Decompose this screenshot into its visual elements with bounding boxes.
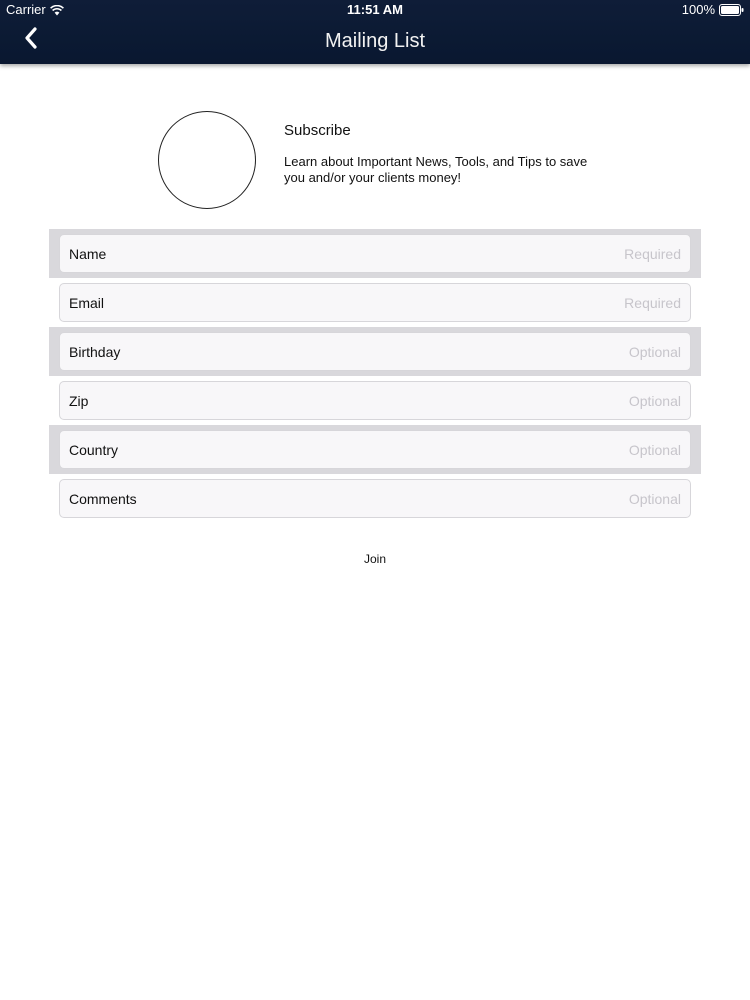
email-field[interactable]: Email Required: [59, 283, 691, 322]
carrier-label: Carrier: [6, 2, 46, 17]
subscribe-description: Learn about Important News, Tools, and T…: [284, 154, 588, 185]
form-row-zip: Zip Optional: [49, 376, 701, 425]
status-carrier: Carrier: [6, 0, 64, 20]
status-battery: 100%: [682, 0, 744, 20]
field-hint: Optional: [628, 441, 681, 458]
field-label: Comments: [69, 490, 137, 507]
zip-field[interactable]: Zip Optional: [59, 381, 691, 420]
field-hint: Required: [624, 245, 681, 262]
form-row-email: Email Required: [49, 278, 701, 327]
status-bar: Carrier 11:51 AM 100%: [0, 0, 750, 20]
form-row-name: Name Required: [49, 229, 701, 278]
navigation-bar: Carrier 11:51 AM 100% Mailing List: [0, 0, 750, 64]
page-title: Mailing List: [324, 30, 426, 52]
signup-form: Name Required Email Required Birthday Op…: [49, 229, 701, 523]
subscribe-section: Subscribe Learn about Important News, To…: [158, 111, 598, 211]
field-label: Name: [69, 245, 107, 262]
field-label: Zip: [69, 392, 89, 409]
form-row-country: Country Optional: [49, 425, 701, 474]
field-label: Email: [69, 294, 105, 311]
status-time: 11:51 AM: [347, 2, 403, 17]
battery-icon: [719, 4, 744, 16]
logo-placeholder: [158, 111, 256, 209]
form-row-comments: Comments Optional: [49, 474, 701, 523]
wifi-icon: [49, 4, 64, 16]
form-row-birthday: Birthday Optional: [49, 327, 701, 376]
field-label: Birthday: [69, 343, 121, 360]
field-hint: Optional: [628, 490, 681, 507]
field-hint: Required: [624, 294, 681, 311]
birthday-field[interactable]: Birthday Optional: [59, 332, 691, 371]
comments-field[interactable]: Comments Optional: [59, 479, 691, 518]
field-hint: Optional: [628, 392, 681, 409]
field-label: Country: [69, 441, 119, 458]
battery-label: 100%: [681, 2, 715, 17]
join-button[interactable]: Join: [0, 552, 750, 570]
name-field[interactable]: Name Required: [59, 234, 691, 273]
subscribe-title: Subscribe: [284, 122, 351, 139]
country-field[interactable]: Country Optional: [59, 430, 691, 469]
field-hint: Optional: [628, 343, 681, 360]
